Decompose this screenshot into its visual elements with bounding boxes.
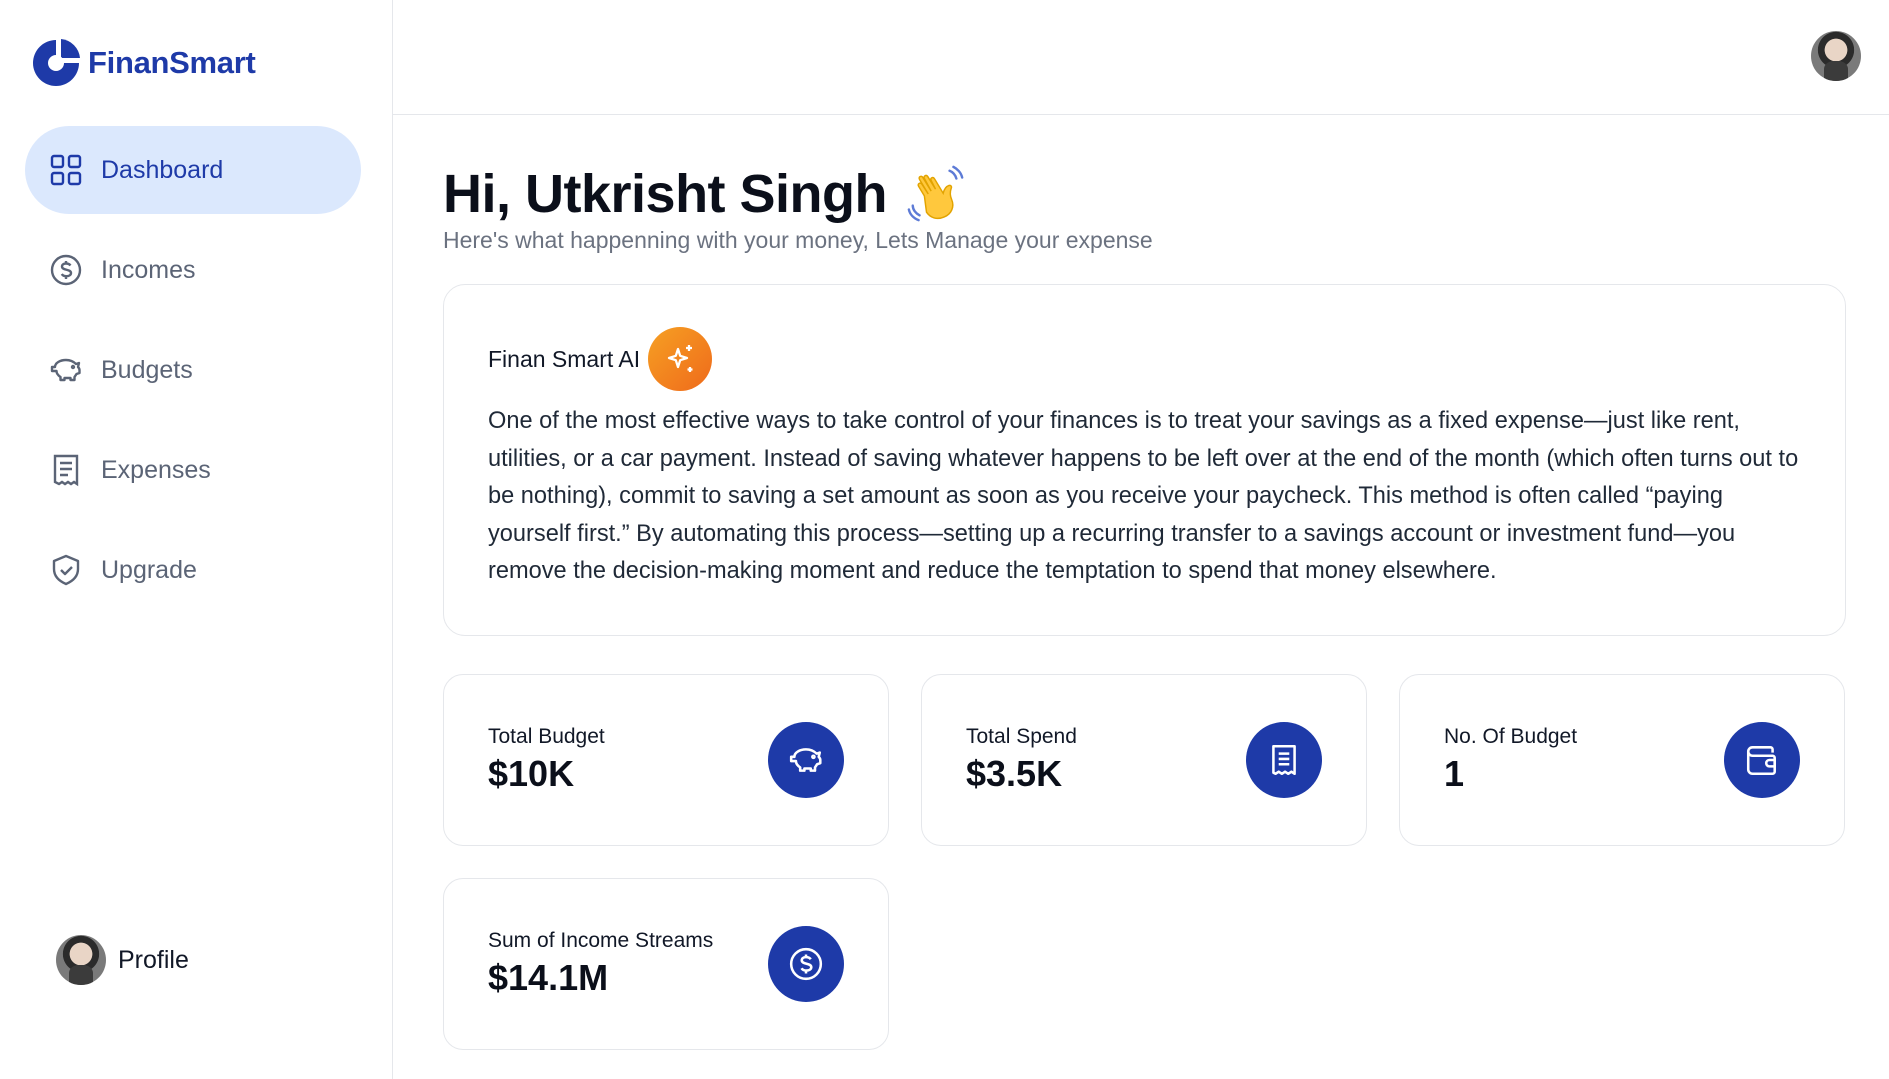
stat-label: Total Spend	[966, 725, 1077, 748]
piggy-bank-icon	[768, 722, 844, 798]
page-title: Hi, Utkrisht Singh	[443, 164, 888, 224]
stat-card-total-budget[interactable]: Total Budget $10K	[443, 674, 889, 846]
stat-label: Sum of Income Streams	[488, 929, 714, 952]
sparkles-icon	[648, 327, 713, 391]
sidebar-item-expenses[interactable]: Expenses	[25, 426, 361, 514]
page-subtitle: Here's what happenning with your money, …	[443, 227, 1153, 253]
avatar	[56, 935, 106, 985]
main-content: Hi, Utkrisht Singh Here's what happennin…	[443, 115, 1846, 1050]
wallet-icon	[1724, 722, 1800, 798]
logo-icon	[33, 39, 80, 86]
dollar-circle-icon	[49, 253, 83, 287]
sidebar-item-incomes[interactable]: Incomes	[25, 226, 361, 314]
stat-value: 1	[1444, 753, 1465, 794]
sidebar-item-dashboard[interactable]: Dashboard	[25, 126, 361, 214]
stat-value: $10K	[488, 753, 575, 794]
profile-label: Profile	[118, 945, 189, 974]
stat-card-budget-count[interactable]: No. Of Budget 1	[1399, 674, 1845, 846]
grid-icon	[49, 153, 83, 187]
stat-label: Total Budget	[488, 725, 605, 748]
stat-card-income-streams[interactable]: Sum of Income Streams $14.1M	[443, 878, 889, 1050]
brand-name: FinanSmart	[88, 45, 256, 80]
ai-tip-card: Finan Smart AI One of the most effective…	[443, 284, 1846, 636]
sidebar-item-upgrade[interactable]: Upgrade	[25, 526, 361, 614]
piggy-bank-icon	[49, 353, 83, 387]
greeting-row: Hi, Utkrisht Singh	[443, 163, 1846, 225]
sidebar-nav: Dashboard Incomes Budgets Expenses Upgra…	[25, 126, 361, 626]
top-bar	[393, 0, 1889, 115]
receipt-icon	[1246, 722, 1322, 798]
shield-check-icon	[49, 553, 83, 587]
app-root: FinanSmart Dashboard Incomes Budgets Exp…	[0, 0, 1889, 1079]
sidebar-item-label: Budgets	[101, 355, 193, 384]
brand-logo[interactable]: FinanSmart	[30, 36, 256, 90]
sidebar-item-label: Dashboard	[101, 155, 224, 184]
receipt-icon	[49, 453, 83, 487]
stats-grid: Total Budget $10K Total Spend $3.5K No. …	[443, 674, 1846, 1050]
user-avatar-button[interactable]	[1811, 31, 1861, 81]
dollar-circle-icon	[768, 926, 844, 1002]
ai-tip-text: One of the most effective ways to take c…	[488, 408, 1799, 585]
sidebar-item-label: Incomes	[101, 255, 196, 284]
sidebar: FinanSmart Dashboard Incomes Budgets Exp…	[0, 0, 393, 1079]
stat-label: No. Of Budget	[1444, 725, 1578, 748]
sidebar-item-budgets[interactable]: Budgets	[25, 326, 361, 414]
ai-card-title: Finan Smart AI	[488, 345, 641, 372]
profile-link[interactable]: Profile	[56, 935, 189, 985]
ai-card-header: Finan Smart AI	[488, 327, 1801, 391]
stat-card-total-spend[interactable]: Total Spend $3.5K	[921, 674, 1367, 846]
sidebar-item-label: Expenses	[101, 455, 211, 484]
waving-hand-icon	[907, 165, 964, 222]
stat-value: $3.5K	[966, 753, 1063, 794]
sidebar-item-label: Upgrade	[101, 555, 197, 584]
stat-value: $14.1M	[488, 957, 609, 998]
